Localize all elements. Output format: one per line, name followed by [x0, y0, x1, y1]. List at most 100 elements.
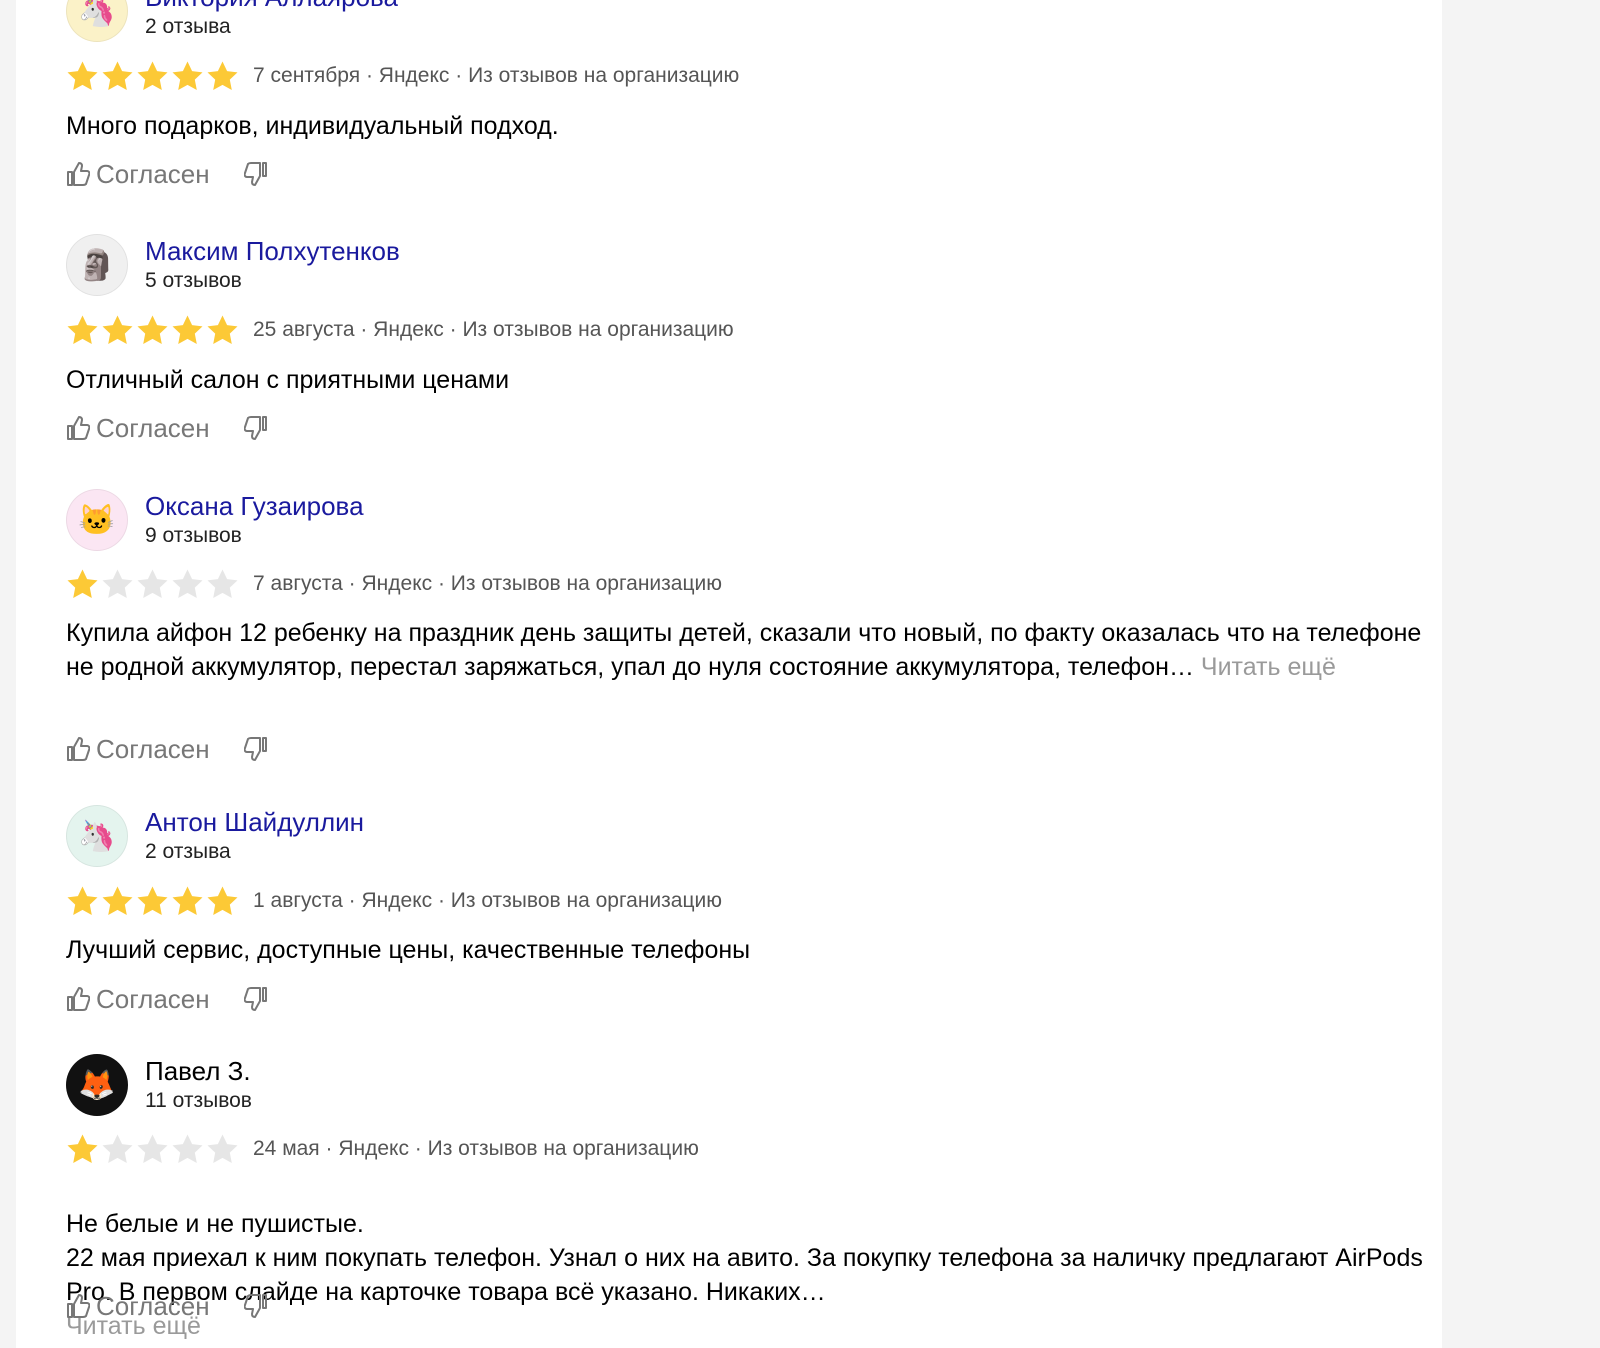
review-meta-text: 1 августа · Яндекс · Из отзывов на орган… — [253, 889, 722, 912]
thumbs-down-icon — [243, 737, 267, 761]
review-card: 🦄 Антон Шайдуллин 2 отзыва 1 августа · Я… — [66, 805, 1422, 1014]
review-card: 🗿 Максим Полхутенков 5 отзывов 25 август… — [66, 234, 1422, 443]
agree-label: Согласен — [96, 158, 210, 189]
rating-stars — [66, 314, 239, 347]
star-empty-icon — [172, 1134, 203, 1163]
star-filled-icon — [102, 61, 133, 90]
star-filled-icon — [67, 569, 98, 598]
star-filled-icon — [137, 886, 168, 915]
author-review-count: 11 отзывов — [145, 1089, 252, 1112]
star-filled-icon — [67, 61, 98, 90]
thumbs-up-icon — [67, 987, 90, 1011]
rating-stars — [66, 60, 239, 93]
review-meta: 25 августа · Яндекс · Из отзывов на орга… — [66, 312, 734, 348]
thumbs-down-icon — [243, 987, 267, 1011]
star-filled-icon — [102, 315, 133, 344]
agree-button[interactable]: Согласен — [66, 1291, 210, 1322]
agree-button[interactable]: Согласен — [66, 413, 210, 444]
star-empty-icon — [137, 1134, 168, 1163]
star-empty-icon — [207, 1134, 238, 1163]
star-filled-icon — [172, 886, 203, 915]
star-empty-icon — [207, 569, 238, 598]
review-meta: 24 мая · Яндекс · Из отзывов на организа… — [66, 1131, 699, 1167]
star-filled-icon — [137, 315, 168, 344]
review-meta-text: 7 сентября · Яндекс · Из отзывов на орга… — [253, 64, 740, 87]
avatar[interactable]: 🗿 — [66, 234, 128, 296]
review-text-content: Лучший сервис, доступные цены, качествен… — [66, 936, 751, 964]
reviews-panel: 🦄 Виктория Аллаярова 2 отзыва 7 сентября… — [16, 0, 1442, 1348]
agree-button[interactable]: Согласен — [66, 734, 210, 765]
avatar[interactable]: 🦄 — [66, 0, 128, 42]
agree-button[interactable]: Согласен — [66, 984, 210, 1015]
agree-label: Согласен — [96, 733, 210, 764]
review-meta: 7 сентября · Яндекс · Из отзывов на орга… — [66, 58, 739, 94]
review-meta: 7 августа · Яндекс · Из отзывов на орган… — [66, 566, 722, 602]
star-filled-icon — [102, 886, 133, 915]
review-header: 🦄 Антон Шайдуллин 2 отзыва — [66, 805, 1422, 869]
agree-label: Согласен — [96, 1290, 210, 1321]
dislike-button[interactable] — [243, 161, 274, 187]
review-meta-text: 24 мая · Яндекс · Из отзывов на организа… — [253, 1137, 699, 1160]
review-card: 🦊 Павел З. 11 отзывов 24 мая · Яндекс · … — [66, 1054, 1423, 1340]
star-empty-icon — [102, 1134, 133, 1163]
author-name[interactable]: Антон Шайдуллин — [145, 806, 364, 838]
review-actions: Согласен — [66, 733, 274, 765]
read-more-link[interactable]: Читать ещё — [1201, 653, 1336, 681]
star-filled-icon — [67, 886, 98, 915]
review-meta: 1 августа · Яндекс · Из отзывов на орган… — [66, 883, 722, 919]
author-review-count: 2 отзыва — [145, 840, 231, 863]
agree-label: Согласен — [96, 983, 210, 1014]
review-header: 🐱 Оксана Гузаирова 9 отзывов — [66, 489, 1422, 553]
avatar[interactable]: 🐱 — [66, 489, 128, 551]
thumbs-up-icon — [67, 1294, 90, 1318]
review-actions: Согласен — [66, 412, 274, 444]
author-name[interactable]: Оксана Гузаирова — [145, 490, 364, 522]
author-name[interactable]: Павел З. — [145, 1055, 252, 1087]
thumbs-down-icon — [243, 1294, 267, 1318]
star-empty-icon — [137, 569, 168, 598]
review-actions: Согласен — [66, 158, 274, 190]
dislike-button[interactable] — [243, 415, 274, 441]
rating-stars — [66, 1133, 239, 1166]
author-review-count: 9 отзывов — [145, 524, 242, 547]
star-filled-icon — [67, 1134, 98, 1163]
review-text-content: Отличный салон с приятными ценами — [66, 366, 510, 394]
review-meta-text: 7 августа · Яндекс · Из отзывов на орган… — [253, 572, 722, 595]
review-meta-text: 25 августа · Яндекс · Из отзывов на орга… — [253, 318, 734, 341]
review-actions: Согласен — [66, 1290, 274, 1322]
author-review-count: 2 отзыва — [145, 15, 231, 38]
author-review-count: 5 отзывов — [145, 269, 242, 292]
dislike-button[interactable] — [243, 736, 274, 762]
agree-button[interactable]: Согласен — [66, 159, 210, 190]
review-text: Лучший сервис, доступные цены, качествен… — [66, 933, 1426, 967]
star-filled-icon — [67, 315, 98, 344]
rating-stars — [66, 568, 239, 601]
star-filled-icon — [207, 61, 238, 90]
review-text: Много подарков, индивидуальный подход. — [66, 109, 1426, 143]
author-name[interactable]: Виктория Аллаярова — [145, 0, 398, 13]
review-text: Отличный салон с приятными ценами — [66, 363, 1426, 397]
thumbs-down-icon — [243, 416, 267, 440]
review-text-content: Много подарков, индивидуальный подход. — [66, 112, 559, 140]
thumbs-up-icon — [67, 416, 90, 440]
thumbs-up-icon — [67, 737, 90, 761]
avatar[interactable]: 🦄 — [66, 805, 128, 867]
star-empty-icon — [172, 569, 203, 598]
review-header: 🦊 Павел З. 11 отзывов — [66, 1054, 1422, 1118]
review-actions: Согласен — [66, 983, 274, 1015]
thumbs-down-icon — [243, 162, 267, 186]
author-name[interactable]: Максим Полхутенков — [145, 235, 400, 267]
review-card: 🐱 Оксана Гузаирова 9 отзывов 7 августа ·… — [66, 489, 1422, 764]
agree-label: Согласен — [96, 412, 210, 443]
star-empty-icon — [102, 569, 133, 598]
avatar[interactable]: 🦊 — [66, 1054, 128, 1116]
thumbs-up-icon — [67, 162, 90, 186]
star-filled-icon — [207, 315, 238, 344]
dislike-button[interactable] — [243, 1293, 274, 1319]
review-header: 🦄 Виктория Аллаярова 2 отзыва — [66, 0, 1422, 44]
dislike-button[interactable] — [243, 986, 274, 1012]
star-filled-icon — [172, 61, 203, 90]
star-filled-icon — [172, 315, 203, 344]
rating-stars — [66, 885, 239, 918]
review-card: 🦄 Виктория Аллаярова 2 отзыва 7 сентября… — [66, 0, 1422, 189]
